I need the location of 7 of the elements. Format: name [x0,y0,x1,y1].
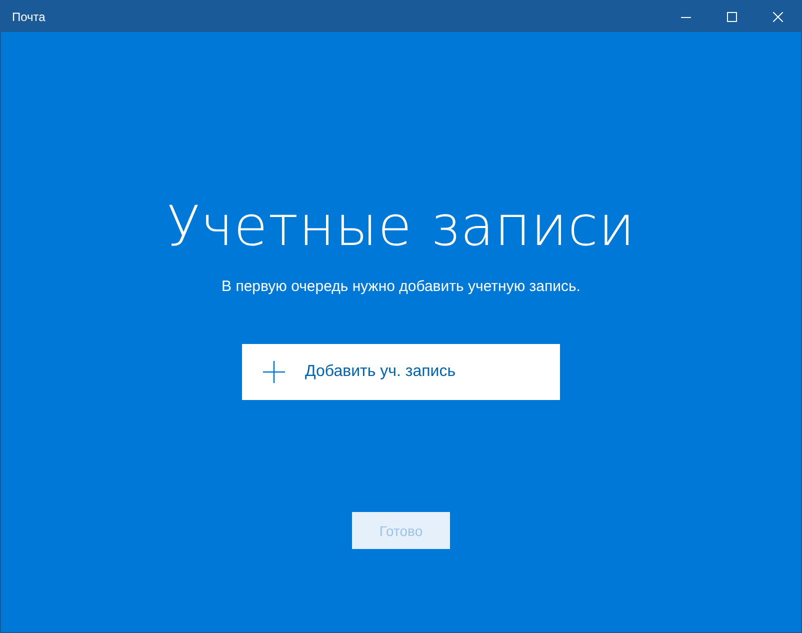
plus-icon [263,361,285,383]
page-heading: Учетные записи [166,193,636,260]
window-title: Почта [12,10,46,24]
close-icon [773,12,783,22]
add-account-button[interactable]: Добавить уч. запись [242,344,560,400]
subtitle-text: В первую очередь нужно добавить учетную запись. [222,278,580,295]
maximize-icon [727,12,737,22]
